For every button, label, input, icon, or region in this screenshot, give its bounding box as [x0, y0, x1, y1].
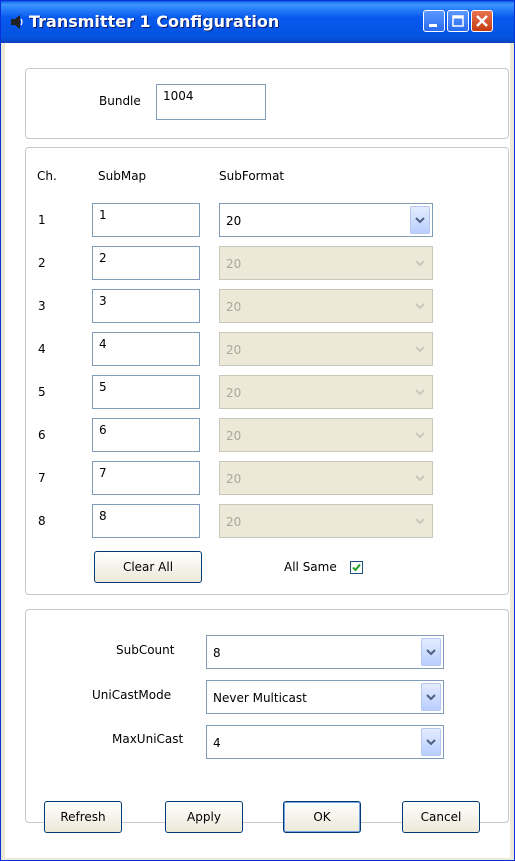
- subformat-value: 20: [226, 257, 242, 271]
- subformat-dropdown-arrow[interactable]: [410, 206, 430, 234]
- subformat-dropdown-arrow: [410, 335, 430, 363]
- subformat-select: 20: [219, 375, 433, 409]
- channel-number: 6: [38, 428, 46, 442]
- channel-number: 2: [38, 256, 46, 270]
- header-submap: SubMap: [98, 169, 147, 183]
- minimize-icon: [429, 24, 437, 27]
- channels-group: Ch. SubMap SubFormat Clear All All Same …: [25, 147, 509, 595]
- maxunicast-dropdown-arrow[interactable]: [421, 728, 441, 756]
- window-title: Transmitter 1 Configuration: [29, 12, 280, 31]
- unicast-label: UniCastMode: [92, 688, 172, 702]
- channel-number: 1: [38, 213, 46, 227]
- ok-button[interactable]: OK: [283, 801, 361, 833]
- maxunicast-select[interactable]: 4: [206, 725, 444, 759]
- maxunicast-label: MaxUniCast: [112, 732, 184, 746]
- bundle-group: Bundle 1004: [25, 68, 509, 139]
- subformat-value: 20: [226, 214, 242, 228]
- submap-input[interactable]: 7: [92, 461, 200, 495]
- subformat-select: 20: [219, 332, 433, 366]
- speaker-icon: [11, 15, 23, 29]
- subcount-select[interactable]: 8: [206, 635, 444, 669]
- bundle-label: Bundle: [99, 94, 141, 108]
- subformat-dropdown-arrow: [410, 249, 430, 277]
- chevron-down-icon: [426, 694, 436, 701]
- submap-input[interactable]: 4: [92, 332, 200, 366]
- subformat-dropdown-arrow: [410, 378, 430, 406]
- subformat-dropdown-arrow: [410, 464, 430, 492]
- close-button[interactable]: [471, 10, 493, 32]
- subformat-dropdown-arrow: [410, 292, 430, 320]
- refresh-button[interactable]: Refresh: [44, 801, 122, 833]
- submap-input[interactable]: 5: [92, 375, 200, 409]
- subformat-value: 20: [226, 343, 242, 357]
- subformat-select: 20: [219, 504, 433, 538]
- chevron-down-icon: [415, 518, 425, 525]
- subformat-select[interactable]: 20: [219, 203, 433, 237]
- close-icon: [476, 15, 488, 27]
- bundle-input[interactable]: 1004: [156, 84, 266, 120]
- unicast-select[interactable]: Never Multicast: [206, 680, 444, 714]
- header-subformat: SubFormat: [219, 169, 285, 183]
- channel-number: 7: [38, 471, 46, 485]
- subformat-select: 20: [219, 246, 433, 280]
- chevron-down-icon: [415, 475, 425, 482]
- checkmark-icon: [352, 563, 361, 572]
- subcount-dropdown-arrow[interactable]: [421, 638, 441, 666]
- subcount-label: SubCount: [116, 643, 175, 657]
- submap-input[interactable]: 8: [92, 504, 200, 538]
- channel-number: 4: [38, 342, 46, 356]
- channel-number: 3: [38, 299, 46, 313]
- cancel-button[interactable]: Cancel: [402, 801, 480, 833]
- submap-input[interactable]: 6: [92, 418, 200, 452]
- unicast-dropdown-arrow[interactable]: [421, 683, 441, 711]
- all-same-label: All Same: [284, 560, 337, 574]
- subformat-value: 20: [226, 300, 242, 314]
- chevron-down-icon: [426, 649, 436, 656]
- maxunicast-value: 4: [213, 736, 221, 750]
- unicast-value: Never Multicast: [213, 691, 307, 705]
- subformat-select: 20: [219, 461, 433, 495]
- channel-number: 5: [38, 385, 46, 399]
- chevron-down-icon: [415, 260, 425, 267]
- submap-input[interactable]: 1: [92, 203, 200, 237]
- clear-all-button[interactable]: Clear All: [94, 551, 202, 583]
- subformat-select: 20: [219, 418, 433, 452]
- subformat-value: 20: [226, 515, 242, 529]
- subformat-dropdown-arrow: [410, 507, 430, 535]
- chevron-down-icon: [415, 346, 425, 353]
- apply-button[interactable]: Apply: [165, 801, 243, 833]
- chevron-down-icon: [415, 303, 425, 310]
- maximize-button[interactable]: [447, 10, 469, 32]
- chevron-down-icon: [415, 217, 425, 224]
- title-bar[interactable]: Transmitter 1 Configuration: [1, 1, 514, 43]
- dialog-body: Bundle 1004 Ch. SubMap SubFormat Clear A…: [5, 43, 510, 858]
- chevron-down-icon: [415, 432, 425, 439]
- submap-input[interactable]: 3: [92, 289, 200, 323]
- submap-input[interactable]: 2: [92, 246, 200, 280]
- chevron-down-icon: [426, 739, 436, 746]
- subformat-value: 20: [226, 386, 242, 400]
- all-same-checkbox[interactable]: [350, 561, 363, 574]
- subformat-dropdown-arrow: [410, 421, 430, 449]
- subformat-value: 20: [226, 472, 242, 486]
- subformat-select: 20: [219, 289, 433, 323]
- subformat-value: 20: [226, 429, 242, 443]
- subcount-value: 8: [213, 646, 221, 660]
- channel-number: 8: [38, 514, 46, 528]
- config-window: Transmitter 1 Configuration Bundle 1004 …: [0, 0, 515, 861]
- settings-group: SubCount 8 UniCastMode Never Multicast M…: [25, 609, 509, 823]
- chevron-down-icon: [415, 389, 425, 396]
- minimize-button[interactable]: [423, 10, 445, 32]
- header-ch: Ch.: [37, 169, 57, 183]
- maximize-icon: [452, 15, 464, 27]
